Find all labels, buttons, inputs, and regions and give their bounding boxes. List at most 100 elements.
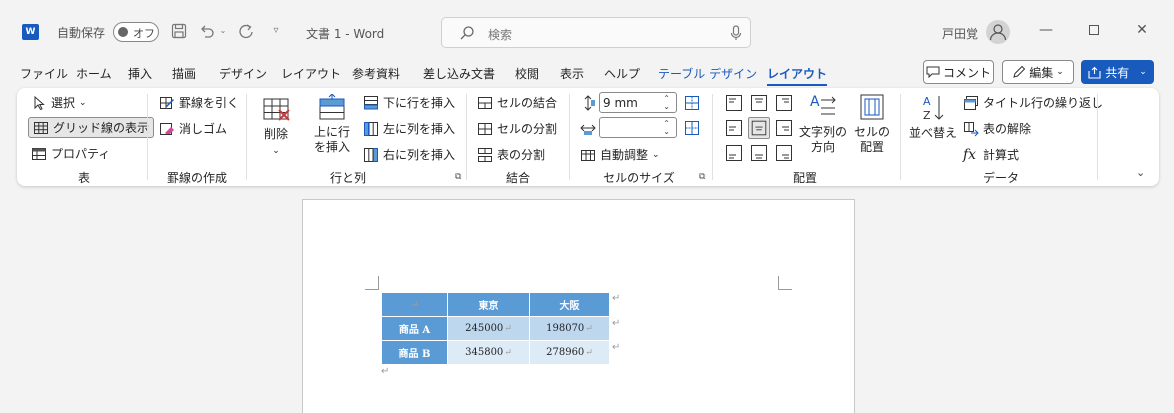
align-top-right-icon[interactable]: [775, 94, 793, 112]
spin-down-icon[interactable]: ⌄: [663, 102, 670, 111]
cell-margins-button[interactable]: セルの配置: [853, 92, 891, 155]
split-table-icon: [478, 147, 492, 162]
insert-right-button[interactable]: 右に列を挿入: [363, 146, 455, 163]
delete-button[interactable]: 削除 ⌄: [257, 96, 295, 159]
draw-table-label: 罫線を引く: [179, 96, 240, 110]
insert-below-label: 下に行を挿入: [383, 96, 456, 110]
document-page[interactable]: ↵ 東京 大阪 商品 A 245000↵ 198070↵ 商品 B 345800…: [302, 199, 855, 413]
search-box[interactable]: 検索: [441, 17, 751, 48]
tab-review[interactable]: 校閲: [515, 65, 539, 82]
distribute-rows-icon[interactable]: [683, 94, 701, 112]
tab-table-layout[interactable]: レイアウト: [767, 65, 828, 86]
text-direction-button[interactable]: A 文字列の方向: [797, 92, 849, 155]
undo-dropdown-icon[interactable]: ⌄: [218, 22, 228, 40]
table-header-cell[interactable]: 東京: [447, 292, 530, 317]
split-cells-button[interactable]: セルの分割: [477, 120, 557, 137]
column-width-input[interactable]: ⌃ ⌄: [599, 117, 677, 138]
delete-label: 削除: [263, 127, 288, 141]
tab-help[interactable]: ヘルプ: [604, 65, 640, 82]
convert-to-text-button[interactable]: 表の解除: [963, 120, 1031, 137]
autosave-toggle[interactable]: オフ: [113, 22, 159, 42]
cell-margins-label: セルの配置: [853, 125, 890, 154]
split-cells-icon: [478, 122, 492, 135]
undo-icon[interactable]: [198, 22, 216, 40]
align-center-right-icon[interactable]: [775, 119, 793, 137]
end-of-row-mark: ↵: [612, 293, 621, 304]
eraser-button[interactable]: 消しゴム: [159, 120, 227, 137]
insert-below-button[interactable]: 下に行を挿入: [363, 94, 455, 111]
margin-corner-mark: [365, 276, 379, 290]
align-bottom-left-icon[interactable]: [725, 144, 743, 162]
align-center-icon[interactable]: [748, 117, 770, 139]
table-cell[interactable]: 345800↵: [447, 340, 530, 365]
repeat-header-rows-button[interactable]: タイトル行の繰り返し: [963, 94, 1103, 111]
tab-draw[interactable]: 描画: [172, 65, 196, 82]
tab-references[interactable]: 参考資料: [352, 65, 400, 82]
ribbon-expand-chevron-icon[interactable]: ⌄: [1136, 166, 1145, 179]
table-header-cell[interactable]: ↵: [381, 292, 448, 317]
user-name[interactable]: 戸田覚: [942, 25, 978, 42]
align-bottom-center-icon[interactable]: [750, 144, 768, 162]
cell-size-launcher-icon[interactable]: ⧉: [699, 172, 705, 182]
spin-down-icon[interactable]: ⌄: [663, 127, 670, 136]
table-cell[interactable]: 278960↵: [529, 340, 610, 365]
table-cell[interactable]: 245000↵: [447, 316, 530, 341]
properties-button[interactable]: プロパティ: [31, 145, 110, 162]
tab-design[interactable]: デザイン: [219, 65, 267, 82]
formula-button[interactable]: fx 計算式: [963, 146, 1019, 163]
select-button[interactable]: 選択 ⌄: [31, 94, 87, 111]
eraser-icon: [160, 122, 174, 135]
merge-cells-button[interactable]: セルの結合: [477, 94, 557, 111]
table-row-header-cell[interactable]: 商品 B: [381, 340, 448, 365]
draw-table-button[interactable]: 罫線を引く: [159, 94, 239, 111]
insert-above-button[interactable]: 上に行を挿入: [309, 94, 355, 155]
share-button[interactable]: 共有 ⌄: [1081, 60, 1154, 84]
maximize-icon[interactable]: [1084, 20, 1104, 40]
align-top-center-icon[interactable]: [750, 94, 768, 112]
chevron-down-icon[interactable]: ⌄: [1139, 67, 1147, 77]
svg-text:A: A: [923, 95, 931, 108]
tab-insert[interactable]: 挿入: [128, 65, 152, 82]
minimize-icon[interactable]: —: [1036, 20, 1056, 40]
tab-file[interactable]: ファイル: [20, 65, 68, 82]
merge-cells-icon: [478, 96, 492, 109]
group-label-alignment: 配置: [792, 171, 817, 185]
data-table[interactable]: ↵ 東京 大阪 商品 A 245000↵ 198070↵ 商品 B 345800…: [381, 292, 610, 365]
svg-text:Z: Z: [923, 109, 931, 122]
group-label-merge: 結合: [505, 171, 530, 185]
table-properties-icon: [32, 147, 46, 160]
microphone-icon[interactable]: [730, 25, 742, 41]
pencil-icon: [1013, 65, 1026, 78]
table-header-cell[interactable]: 大阪: [529, 292, 610, 317]
tab-home[interactable]: ホーム: [76, 65, 112, 82]
autofit-button[interactable]: 自動調整 ⌄: [580, 146, 660, 163]
table-cell[interactable]: 198070↵: [529, 316, 610, 341]
align-bottom-right-icon[interactable]: [775, 144, 793, 162]
avatar[interactable]: [986, 20, 1010, 44]
editing-mode-button[interactable]: 編集 ⌄: [1002, 60, 1074, 84]
save-icon[interactable]: [170, 22, 188, 40]
sort-button[interactable]: AZ 並べ替え: [909, 93, 957, 141]
select-label: 選択: [51, 96, 76, 110]
redo-icon[interactable]: [237, 22, 255, 40]
close-icon[interactable]: ✕: [1132, 20, 1152, 40]
insert-left-button[interactable]: 左に列を挿入: [363, 120, 455, 137]
eraser-label: 消しゴム: [179, 122, 228, 136]
customize-qat-icon[interactable]: ▿: [267, 22, 285, 40]
tab-table-design[interactable]: テーブル デザイン: [658, 65, 757, 82]
table-row-header-cell[interactable]: 商品 A: [381, 316, 448, 341]
group-label-rows-columns: 行と列: [330, 171, 367, 185]
tab-page-layout[interactable]: レイアウト: [281, 65, 341, 82]
rows-columns-launcher-icon[interactable]: ⧉: [455, 172, 461, 182]
comments-button[interactable]: コメント: [923, 60, 994, 84]
align-center-left-icon[interactable]: [725, 119, 743, 137]
split-table-button[interactable]: 表の分割: [477, 146, 545, 163]
distribute-columns-icon[interactable]: [683, 119, 701, 137]
tab-mailings[interactable]: 差し込み文書: [423, 65, 495, 82]
align-top-left-icon[interactable]: [725, 94, 743, 112]
row-height-input[interactable]: 9 mm ⌃ ⌄: [599, 92, 677, 113]
tab-view[interactable]: 表示: [560, 65, 584, 82]
sort-az-icon: AZ: [923, 95, 944, 122]
view-gridlines-button[interactable]: グリッド線の表示: [28, 117, 155, 138]
end-of-cell-mark: ↵: [411, 300, 419, 310]
